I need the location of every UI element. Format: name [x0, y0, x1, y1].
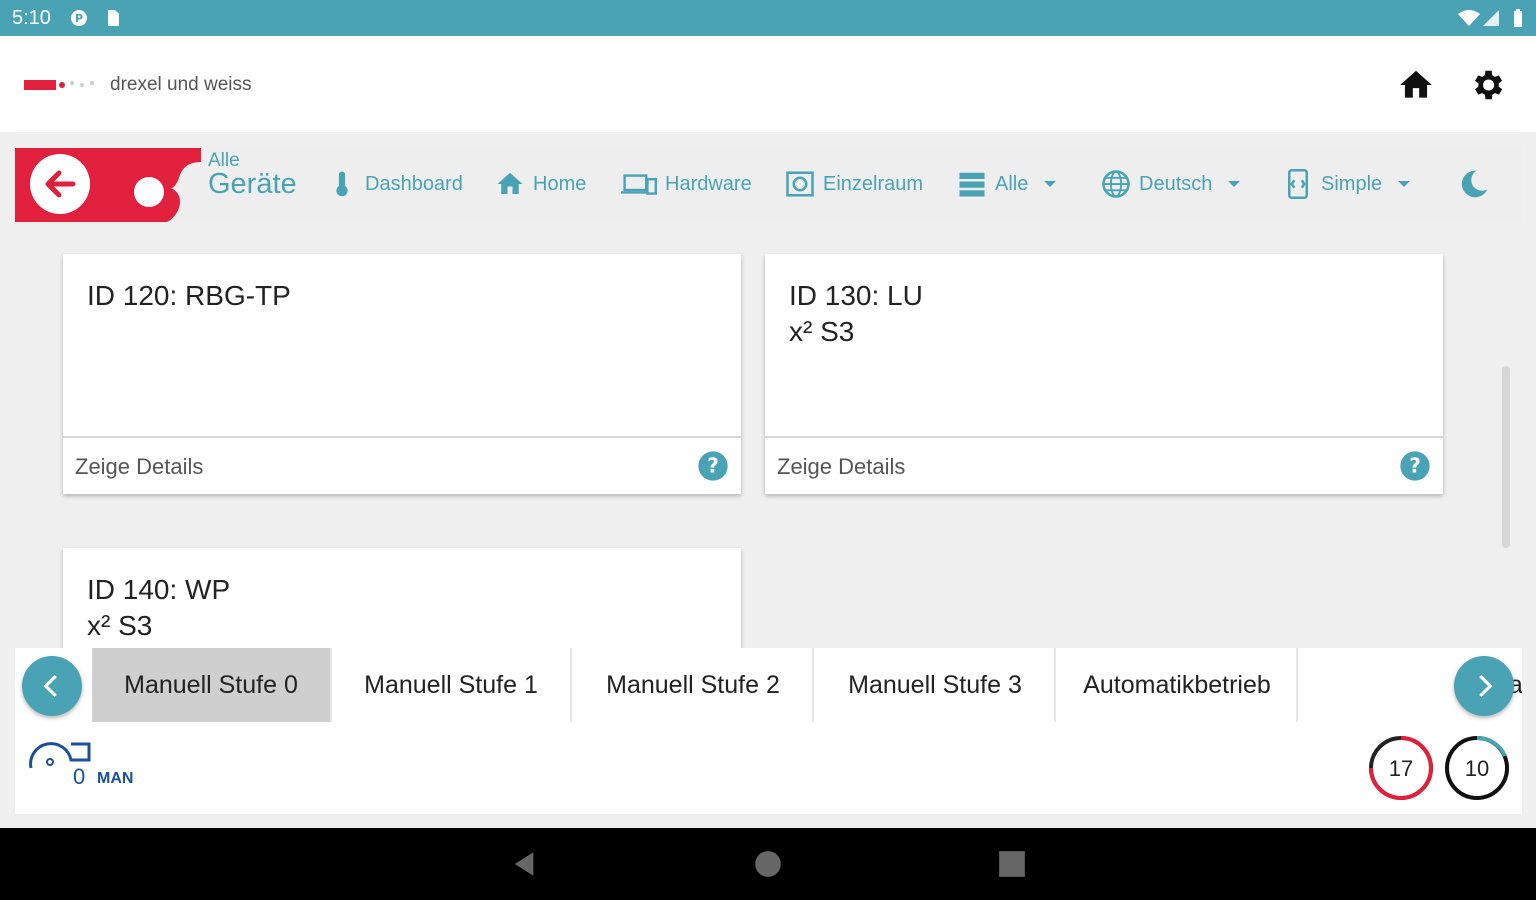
signal-icon: [1483, 10, 1499, 26]
scroll-left-button[interactable]: [22, 656, 82, 716]
device-card[interactable]: ID 120: RBG-TP Zeige Details ?: [63, 254, 741, 494]
show-details-link[interactable]: Zeige Details: [777, 454, 905, 480]
fan-mode: MAN: [97, 770, 134, 787]
brand-mark-icon: [24, 80, 94, 90]
back-button[interactable]: [15, 148, 201, 222]
brand-logo: drexel und weiss: [24, 74, 252, 96]
mode-manuell-stufe-1[interactable]: Manuell Stufe 1: [332, 648, 572, 722]
mode-manuell-stufe-0[interactable]: Manuell Stufe 0: [92, 648, 332, 722]
chevron-down-icon: [1044, 181, 1057, 187]
device-title: ID 120: RBG-TP: [87, 280, 291, 311]
chevron-down-icon: [1228, 181, 1241, 187]
app-header: drexel und weiss: [0, 36, 1536, 132]
nav-item-home[interactable]: Home: [495, 168, 586, 200]
device-title: ID 130: LU x² S3: [789, 280, 923, 347]
home-icon[interactable]: [1397, 66, 1435, 104]
nav-item-language[interactable]: Deutsch: [1101, 168, 1241, 200]
screen-icon: [1288, 169, 1308, 199]
system-nav-bar: [0, 828, 1536, 900]
status-bar: 5:10 P: [0, 0, 1536, 36]
back-nav-icon[interactable]: [510, 850, 538, 878]
card-footer[interactable]: Zeige Details ?: [63, 436, 741, 494]
brand-name: drexel und weiss: [110, 74, 252, 95]
scroll-right-button[interactable]: [1454, 656, 1514, 716]
nav-item-mode[interactable]: Simple: [1283, 168, 1411, 200]
status-footer: 0 MAN 17 10: [15, 722, 1522, 814]
globe-icon: [1102, 170, 1130, 198]
device-card[interactable]: ID 130: LU x² S3 Zeige Details ?: [765, 254, 1443, 494]
list-icon: [959, 172, 985, 197]
devices-icon: [621, 174, 657, 195]
dark-mode-icon[interactable]: [1458, 168, 1490, 200]
recents-nav-icon[interactable]: [998, 850, 1026, 878]
nav-item-alle[interactable]: Alle: [957, 168, 1057, 200]
home-nav-circle-icon[interactable]: [754, 850, 782, 878]
sd-card-icon: [108, 10, 119, 26]
gauge-secondary-value: 10: [1464, 756, 1490, 781]
help-icon[interactable]: ?: [697, 450, 729, 482]
page-title: Geräte: [208, 168, 297, 200]
show-details-link[interactable]: Zeige Details: [75, 454, 203, 480]
card-footer[interactable]: Zeige Details ?: [765, 436, 1443, 494]
chevron-down-icon: [1398, 181, 1411, 187]
mode-manuell-stufe-3[interactable]: Manuell Stufe 3: [816, 648, 1056, 722]
fan-level: 0: [73, 764, 86, 789]
nav-item-einzelraum[interactable]: Einzelraum: [785, 168, 923, 200]
mode-selector: Manuell Stufe 0 Manuell Stufe 1 Manuell …: [15, 648, 1522, 722]
nav-item-dashboard[interactable]: Dashboard: [327, 168, 463, 200]
mode-manuell-stufe-2[interactable]: Manuell Stufe 2: [574, 648, 814, 722]
gear-icon[interactable]: [1468, 66, 1506, 104]
svg-text:?: ?: [1409, 454, 1421, 478]
nav-bar: Alle Geräte Dashboard Home Hardware Einz…: [15, 146, 1522, 222]
wifi-icon: [1458, 10, 1480, 26]
status-time: 5:10: [12, 7, 51, 29]
gauge-temperature-value: 17: [1388, 756, 1414, 781]
mode-automatikbetrieb[interactable]: Automatikbetrieb: [1058, 648, 1298, 722]
chevron-left-icon: [43, 674, 57, 698]
help-icon[interactable]: ?: [1399, 450, 1431, 482]
nav-item-hardware[interactable]: Hardware: [621, 168, 752, 200]
device-title: ID 140: WP x² S3: [87, 574, 231, 641]
chevron-right-icon: [1479, 674, 1493, 698]
svg-text:P: P: [75, 12, 83, 25]
notification-p-icon: P: [71, 10, 87, 26]
device-card[interactable]: ID 140: WP x² S3: [63, 548, 741, 658]
battery-icon: [1514, 9, 1522, 27]
scrollbar[interactable]: [1502, 366, 1510, 548]
thermometer-icon: [336, 171, 348, 197]
room-icon: [786, 171, 814, 197]
svg-text:?: ?: [707, 454, 719, 478]
home-nav-icon: [497, 172, 523, 194]
